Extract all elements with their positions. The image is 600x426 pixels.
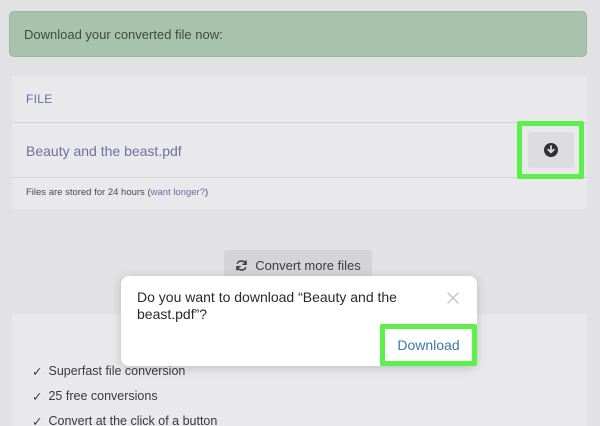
banner-text: Download your converted file now:	[24, 26, 223, 42]
file-column-label: FILE	[26, 92, 53, 106]
feature-text: 25 free conversions	[48, 389, 158, 403]
check-icon: ✓	[32, 415, 43, 426]
download-button[interactable]	[527, 132, 574, 168]
file-name-link[interactable]: Beauty and the beast.pdf	[26, 143, 182, 159]
feature-text: Convert at the click of a button	[48, 414, 218, 426]
dialog-download-button[interactable]: Download	[397, 337, 459, 353]
table-row: Beauty and the beast.pdf	[12, 121, 587, 179]
refresh-icon	[236, 260, 248, 271]
storage-note-end: )	[205, 187, 209, 198]
converter-page: Download your converted file now: FILE B…	[0, 0, 600, 426]
download-button-highlight	[517, 121, 584, 179]
storage-note: Files are stored for 24 hours (want long…	[26, 187, 208, 198]
check-icon: ✓	[32, 365, 43, 379]
list-item: ✓ Convert at the click of a button	[32, 414, 217, 426]
dialog-message: Do you want to download “Beauty and the …	[137, 289, 397, 322]
want-longer-link[interactable]: want longer?	[151, 187, 205, 198]
storage-note-text: Files are stored for 24 hours (	[26, 187, 151, 198]
close-icon[interactable]	[447, 292, 459, 304]
download-circle-icon	[543, 143, 558, 157]
list-item: ✓ 25 free conversions	[32, 389, 158, 404]
feature-text: Superfast file conversion	[48, 364, 186, 378]
file-table: FILE Beauty and the beast.pdf Files are …	[12, 76, 587, 209]
dialog-download-highlight: Download	[380, 324, 477, 366]
file-table-header: FILE	[12, 76, 587, 123]
download-dialog: Do you want to download “Beauty and the …	[121, 276, 477, 366]
convert-more-label: Convert more files	[255, 258, 361, 273]
check-icon: ✓	[32, 390, 43, 404]
success-banner: Download your converted file now:	[9, 11, 587, 57]
list-item: ✓ Superfast file conversion	[32, 364, 185, 379]
